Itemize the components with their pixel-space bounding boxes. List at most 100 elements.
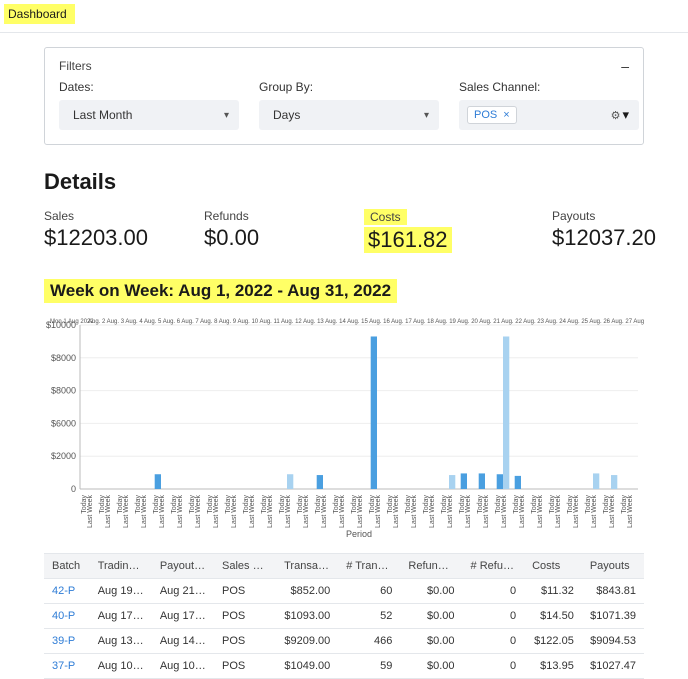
metric-costs-label: Costs (364, 209, 407, 225)
svg-text:Last Week: Last Week (339, 495, 346, 528)
dates-value: Last Month (73, 108, 132, 122)
table-cell: Aug 14 … (152, 629, 214, 654)
svg-text:Period: Period (346, 529, 372, 539)
svg-text:Last Week: Last Week (429, 495, 436, 528)
table-cell: 466 (338, 629, 400, 654)
table-cell: 52 (338, 604, 400, 629)
table-cell: $9094.53 (582, 629, 644, 654)
table-header-cell[interactable]: Payout… (152, 554, 214, 579)
filters-title: Filters (59, 59, 92, 73)
table-cell: $0.00 (400, 654, 462, 679)
svg-text:Last Week: Last Week (573, 495, 580, 528)
table-cell: $0.00 (400, 604, 462, 629)
metric-refunds-value: $0.00 (204, 225, 324, 251)
table-header-cell[interactable]: Tradin… (90, 554, 152, 579)
groupby-value: Days (273, 108, 300, 122)
svg-text:Last Week: Last Week (159, 495, 166, 528)
metric-payouts-value: $12037.20 (552, 225, 672, 251)
svg-text:Last Week: Last Week (249, 495, 256, 528)
svg-text:$2000: $2000 (51, 451, 76, 461)
table-header-cell[interactable]: Refund… (400, 554, 462, 579)
dates-select[interactable]: Last Month ▾ (59, 100, 239, 130)
svg-text:Last Week: Last Week (519, 495, 526, 528)
table-cell: $11.32 (524, 579, 582, 604)
saleschannel-select[interactable]: POS × ⚙ ▾ (459, 100, 639, 130)
gear-icon: ⚙ (611, 109, 621, 122)
filter-dates: Dates: Last Month ▾ (59, 80, 259, 130)
table-cell: $0.00 (400, 629, 462, 654)
table-cell: POS (214, 654, 276, 679)
table-cell: 42-P (44, 579, 90, 604)
table-cell: $13.95 (524, 654, 582, 679)
chart-title: Week on Week: Aug 1, 2022 - Aug 31, 2022 (44, 279, 397, 303)
table-cell: 0 (463, 604, 525, 629)
table-header-cell[interactable]: Transa… (276, 554, 338, 579)
svg-text:$8000: $8000 (51, 386, 76, 396)
filter-saleschannel: Sales Channel: POS × ⚙ ▾ (459, 80, 649, 130)
metrics-row: Sales $12203.00 Refunds $0.00 Costs $161… (44, 209, 644, 253)
page-title: Dashboard (4, 4, 75, 24)
svg-text:Last Week: Last Week (591, 495, 598, 528)
groupby-select[interactable]: Days ▾ (259, 100, 439, 130)
table-cell: 60 (338, 579, 400, 604)
table-row[interactable]: 39-PAug 13 …Aug 14 …POS$9209.00466$0.000… (44, 629, 644, 654)
table-cell: $0.00 (400, 579, 462, 604)
table-header-cell[interactable]: # Trans… (338, 554, 400, 579)
table-header-cell[interactable]: Payouts (582, 554, 644, 579)
filters-panel: Filters – Dates: Last Month ▾ Group By: … (44, 47, 644, 145)
svg-text:Last Week: Last Week (357, 495, 364, 528)
table-cell: $1093.00 (276, 604, 338, 629)
svg-text:Last Week: Last Week (375, 495, 382, 528)
metric-refunds-label: Refunds (204, 209, 324, 223)
table-row[interactable]: 40-PAug 17 …Aug 17 …POS$1093.0052$0.000$… (44, 604, 644, 629)
table-cell: $14.50 (524, 604, 582, 629)
filter-saleschannel-label: Sales Channel: (459, 80, 649, 94)
svg-text:$6000: $6000 (51, 418, 76, 428)
table-cell: $1049.00 (276, 654, 338, 679)
svg-text:Last Week: Last Week (105, 495, 112, 528)
table-cell: Aug 21 … (152, 579, 214, 604)
table-cell: $122.05 (524, 629, 582, 654)
chart: 0$2000$6000$8000$8000$10000TodayLast Wee… (44, 311, 644, 541)
table-row[interactable]: 37-PAug 10 …Aug 10 …POS$1049.0059$0.000$… (44, 654, 644, 679)
svg-text:Last Week: Last Week (555, 495, 562, 528)
svg-text:Last Week: Last Week (195, 495, 202, 528)
table-header-cell[interactable]: # Refu… (463, 554, 525, 579)
table-header-cell[interactable]: Costs (524, 554, 582, 579)
svg-text:Last Week: Last Week (141, 495, 148, 528)
svg-text:Last Week: Last Week (501, 495, 508, 528)
svg-text:Last Week: Last Week (465, 495, 472, 528)
table-cell: 40-P (44, 604, 90, 629)
svg-text:Last Week: Last Week (537, 495, 544, 528)
table-row[interactable]: 42-PAug 19 …Aug 21 …POS$852.0060$0.000$1… (44, 579, 644, 604)
table-header-cell[interactable]: Sales C… (214, 554, 276, 579)
svg-text:Last Week: Last Week (213, 495, 220, 528)
divider (0, 32, 688, 33)
table-cell: $852.00 (276, 579, 338, 604)
svg-text:Last Week: Last Week (231, 495, 238, 528)
table-cell: Aug 13 … (90, 629, 152, 654)
svg-text:Last Week: Last Week (267, 495, 274, 528)
filter-groupby-label: Group By: (259, 80, 459, 94)
chart-svg: 0$2000$6000$8000$8000$10000TodayLast Wee… (44, 311, 644, 541)
table-header-row: BatchTradin…Payout…Sales C…Transa…# Tran… (44, 554, 644, 579)
table-cell: POS (214, 604, 276, 629)
chip-remove-icon[interactable]: × (503, 109, 509, 121)
table-cell: Aug 19 … (90, 579, 152, 604)
collapse-icon[interactable]: – (621, 58, 629, 74)
batches-table: BatchTradin…Payout…Sales C…Transa…# Tran… (44, 553, 644, 679)
svg-text:Last Week: Last Week (321, 495, 328, 528)
svg-text:Last Week: Last Week (285, 495, 292, 528)
table-cell: 59 (338, 654, 400, 679)
chip-pos[interactable]: POS × (467, 106, 517, 124)
svg-text:Last Week: Last Week (483, 495, 490, 528)
table-header-cell[interactable]: Batch (44, 554, 90, 579)
svg-text:Aug. 2 Aug. 3 Aug. 4 Aug. 5 Au: Aug. 2 Aug. 3 Aug. 4 Aug. 5 Aug. 6 Aug. … (88, 319, 644, 325)
svg-text:Last Week: Last Week (393, 495, 400, 528)
svg-text:Last Week: Last Week (447, 495, 454, 528)
metric-payouts-label: Payouts (552, 209, 672, 223)
svg-text:Last Week: Last Week (87, 495, 94, 528)
saleschannel-gear[interactable]: ⚙ ▾ (611, 107, 629, 123)
svg-text:0: 0 (71, 484, 76, 494)
svg-text:$8000: $8000 (51, 353, 76, 363)
